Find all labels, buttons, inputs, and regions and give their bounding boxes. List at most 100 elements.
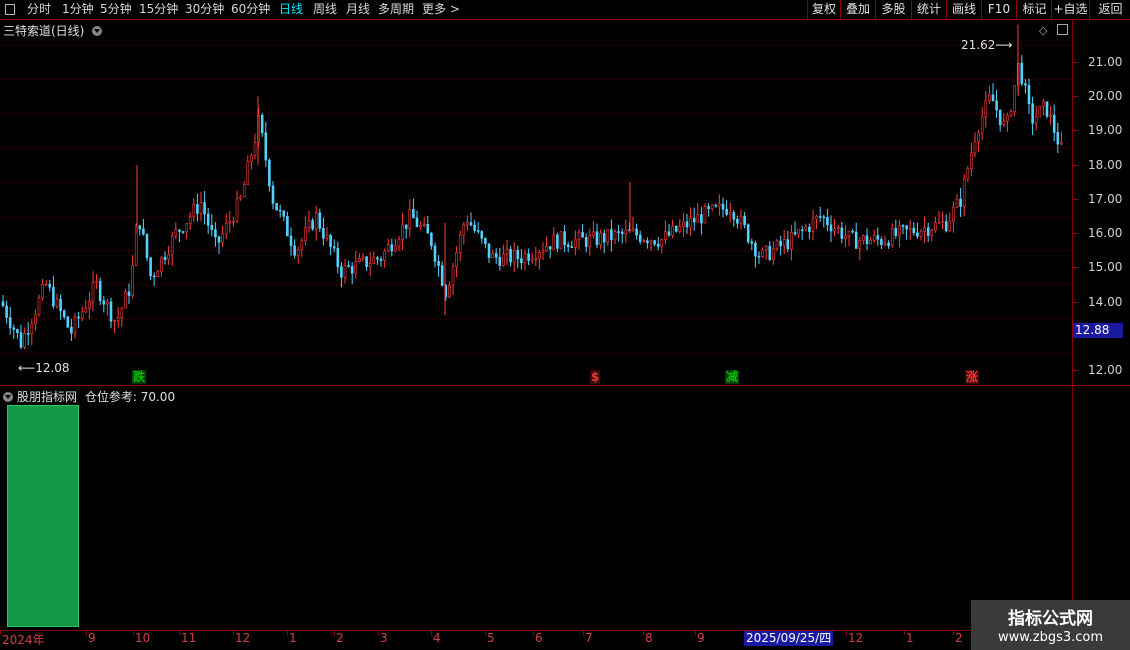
kline-candle <box>710 204 714 212</box>
kline-candle <box>498 247 502 271</box>
x-axis-label: 5 <box>487 631 495 645</box>
kline-candle <box>232 216 235 228</box>
kline-candle <box>768 241 772 261</box>
kline-candle <box>829 215 833 243</box>
x-axis-tick <box>695 630 696 635</box>
kline-candle <box>754 240 757 268</box>
kline-candle <box>631 216 635 232</box>
kline-candle <box>502 244 505 267</box>
position-bar <box>7 405 79 627</box>
y-axis-tick <box>1073 370 1079 371</box>
kline-chart[interactable] <box>0 20 1072 386</box>
dropdown-circle-icon[interactable] <box>92 26 103 36</box>
kline-candle <box>725 200 728 217</box>
kline-candle <box>980 107 984 140</box>
toolbar-button-8[interactable]: 返回 <box>1089 0 1130 19</box>
kline-candle <box>271 181 275 210</box>
price-chart-area[interactable] <box>0 20 1072 386</box>
period-tab-0[interactable]: 分时 <box>27 1 51 18</box>
kline-candle <box>512 242 516 273</box>
kline-candle <box>8 307 12 335</box>
kline-candle <box>275 203 278 211</box>
kline-candle <box>772 241 775 265</box>
period-tab-3[interactable]: 15分钟 <box>139 1 178 18</box>
kline-candle <box>581 224 584 238</box>
kline-candle <box>304 216 307 246</box>
kline-candle <box>358 253 361 263</box>
diamond-icon[interactable]: ◇ <box>1039 24 1047 37</box>
kline-candle <box>181 230 185 235</box>
y-axis-label: 20.00 <box>1088 89 1123 103</box>
position-label: 仓位参考: <box>84 390 137 404</box>
kline-candle <box>898 219 901 248</box>
kline-candle <box>214 222 217 247</box>
period-tab-2[interactable]: 5分钟 <box>100 1 132 18</box>
kline-candle <box>617 224 620 242</box>
toolbar-button-7[interactable]: +自选 <box>1051 0 1089 19</box>
kline-candle <box>865 228 869 251</box>
kline-candle <box>174 222 178 240</box>
kline-candle <box>642 238 646 244</box>
period-tab-5[interactable]: 60分钟 <box>231 1 270 18</box>
toolbar-button-4[interactable]: 画线 <box>946 0 981 19</box>
kline-candle <box>959 187 962 217</box>
kline-candle <box>84 299 88 314</box>
kline-candle <box>120 306 124 327</box>
x-axis-label: 11 <box>181 631 197 645</box>
toolbar-button-1[interactable]: 叠加 <box>840 0 875 19</box>
toolbar-button-5[interactable]: F10 <box>981 0 1016 19</box>
kline-candle <box>991 83 995 102</box>
kline-candle <box>455 246 458 278</box>
toolbar-button-0[interactable]: 复权 <box>807 0 840 19</box>
toolbar-button-3[interactable]: 统计 <box>911 0 946 19</box>
period-tab-1[interactable]: 1分钟 <box>62 1 94 18</box>
kline-candle <box>1006 112 1009 132</box>
period-tab-4[interactable]: 30分钟 <box>185 1 224 18</box>
period-tab-6[interactable]: 日线 <box>279 1 303 18</box>
kline-candle <box>278 204 282 218</box>
kline-candle <box>800 225 804 241</box>
kline-candle <box>952 201 955 233</box>
kline-candle <box>401 213 404 251</box>
y-axis-tick <box>1073 62 1079 63</box>
kline-candle <box>811 209 815 241</box>
kline-candle <box>458 230 462 262</box>
site-watermark: 指标公式网 www.zbgs3.com <box>971 600 1130 650</box>
kline-candle <box>516 245 520 269</box>
kline-candle <box>700 206 703 235</box>
kline-candle <box>448 281 451 299</box>
indicator-dropdown-icon[interactable] <box>3 392 13 402</box>
toolbar-button-2[interactable]: 多股 <box>875 0 911 19</box>
toolbar-button-6[interactable]: 标记 <box>1016 0 1052 19</box>
high-price-label: 21.62⟶ <box>961 38 1013 52</box>
window-icon[interactable] <box>5 4 15 15</box>
kline-candle <box>588 228 592 256</box>
kline-candle <box>912 221 916 236</box>
kline-candle <box>592 221 595 239</box>
watermark-url: www.zbgs3.com <box>997 630 1104 645</box>
kline-candle <box>462 222 466 245</box>
kline-candle <box>836 224 840 235</box>
kline-candle <box>674 225 678 233</box>
kline-candle <box>869 237 872 245</box>
kline-candle <box>635 223 638 240</box>
kline-candle <box>199 191 203 222</box>
period-tab-9[interactable]: 多周期 <box>378 1 414 18</box>
panel-toggle-icon[interactable] <box>1057 24 1068 35</box>
kline-candle <box>757 251 761 265</box>
x-axis-tick <box>133 630 134 635</box>
x-axis-tick <box>953 630 954 635</box>
kline-candle <box>505 239 509 265</box>
kline-candle <box>322 217 325 246</box>
period-tab-8[interactable]: 月线 <box>346 1 370 18</box>
kline-candle <box>98 277 102 305</box>
x-axis-label: 2 <box>955 631 963 645</box>
kline-candle <box>390 238 394 257</box>
kline-candle <box>880 236 883 249</box>
period-tab-10[interactable]: 更多 > <box>422 1 460 18</box>
kline-candle <box>26 322 30 346</box>
period-tab-7[interactable]: 周线 <box>313 1 337 18</box>
kline-candle <box>404 224 408 239</box>
kline-candle <box>646 237 649 249</box>
kline-candle <box>707 203 710 217</box>
